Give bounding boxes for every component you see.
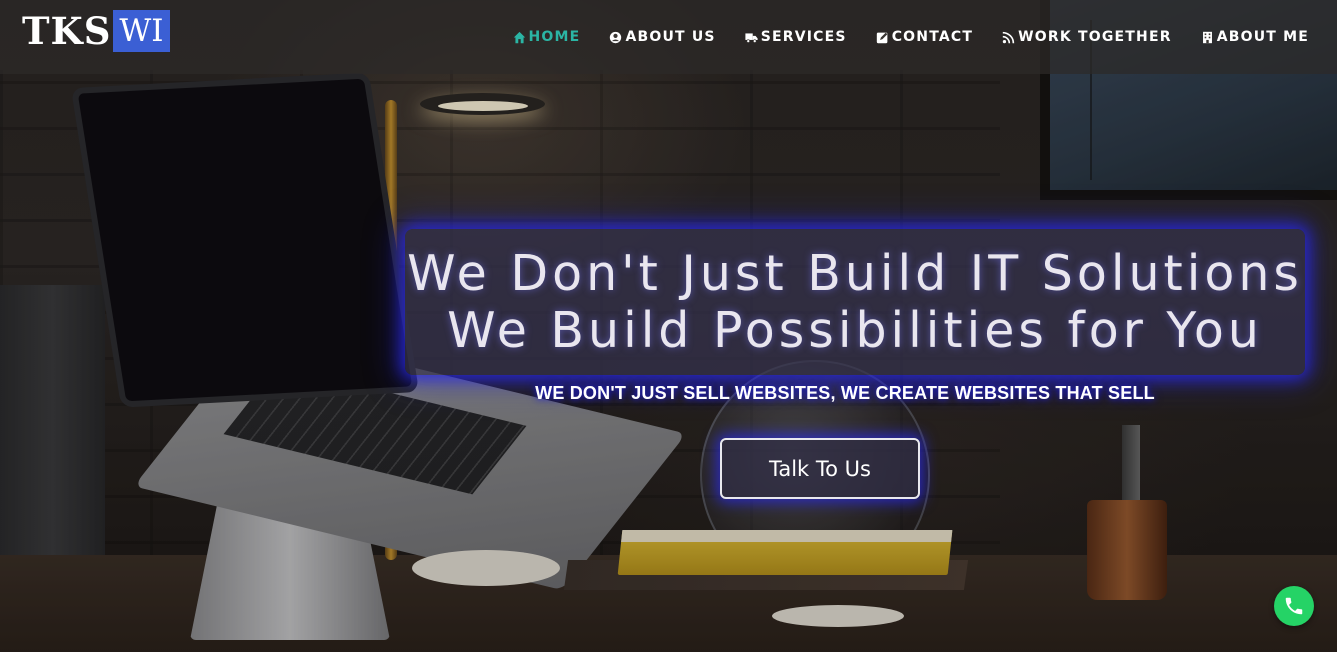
nav-item-work-together[interactable]: WORK TOGETHER xyxy=(1001,27,1172,47)
navbar: TKS WI HOME ABOUT US SERVICES CONTACT WO… xyxy=(0,0,1337,74)
edit-icon xyxy=(875,30,890,44)
subheadline: WE DON'T JUST SELL WEBSITES, WE CREATE W… xyxy=(535,383,1155,403)
nav-item-label: CONTACT xyxy=(891,29,974,45)
logo-badge: WI xyxy=(113,10,170,52)
main-nav: HOME ABOUT US SERVICES CONTACT WORK TOGE… xyxy=(512,0,1309,74)
headline-line-1: We Don't Just Build IT Solutions xyxy=(407,245,1303,302)
home-icon xyxy=(512,30,527,44)
headline-line-2: We Build Possibilities for You xyxy=(447,302,1263,359)
nav-item-services[interactable]: SERVICES xyxy=(744,27,847,47)
phone-call-button[interactable] xyxy=(1274,586,1314,626)
nav-item-label: WORK TOGETHER xyxy=(1018,29,1172,45)
talk-to-us-button[interactable]: Talk To Us xyxy=(720,438,920,499)
nav-item-about-us[interactable]: ABOUT US xyxy=(608,27,715,47)
headline-box: We Don't Just Build IT Solutions We Buil… xyxy=(405,229,1305,375)
nav-item-label: HOME xyxy=(528,29,581,45)
nav-item-label: ABOUT ME xyxy=(1216,29,1309,45)
phone-icon xyxy=(1283,595,1305,617)
nav-item-label: ABOUT US xyxy=(625,29,716,45)
rss-icon xyxy=(1001,30,1016,44)
truck-icon xyxy=(744,30,759,44)
logo-text: TKS xyxy=(22,9,112,53)
nav-item-contact[interactable]: CONTACT xyxy=(875,27,973,47)
nav-item-home[interactable]: HOME xyxy=(512,27,581,47)
nav-item-label: SERVICES xyxy=(760,29,847,45)
user-circle-icon xyxy=(608,30,623,44)
building-icon xyxy=(1200,30,1215,44)
nav-item-about-me[interactable]: ABOUT ME xyxy=(1200,27,1309,47)
site-logo[interactable]: TKS WI xyxy=(22,10,170,52)
